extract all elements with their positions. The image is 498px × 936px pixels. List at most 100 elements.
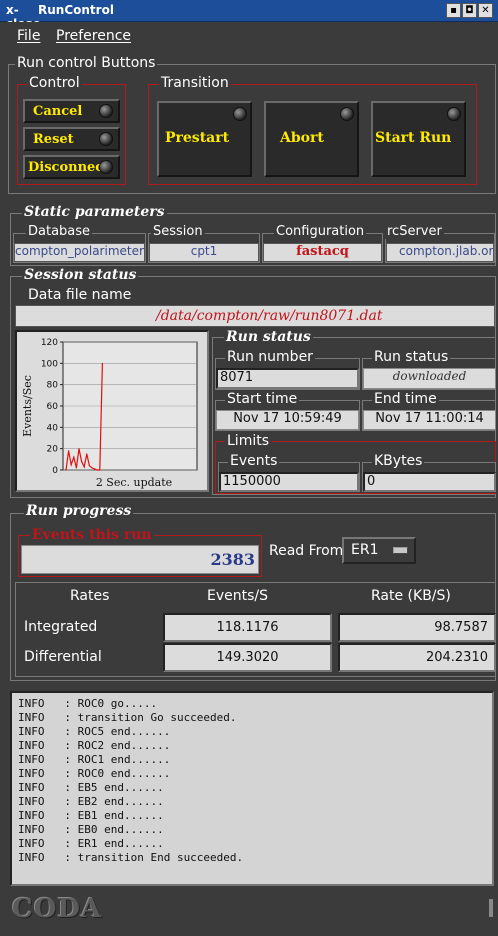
end-time-value: Nov 17 11:00:14 [363,410,496,430]
disconnect-button[interactable]: Disconnect [23,155,120,179]
prestart-led-icon [233,107,247,121]
data-point [86,453,88,455]
coda-logo: CODA [12,894,103,924]
session-label: Session [151,224,205,239]
limit-kbytes-label: KBytes [372,453,425,469]
control-title: Control [27,75,82,91]
rates-header: Rates [70,588,110,604]
y-tick-label: 60 [47,402,59,412]
run-state-label: Run status [372,349,451,365]
data-point [88,465,90,467]
window-menu-icon[interactable]: x-close-icon [6,3,46,45]
y-tick-label: 120 [41,338,58,348]
data-point [101,362,103,364]
reset-label: Reset [33,132,74,147]
differential-rate-value: 204.2310 [338,643,496,672]
y-tick-label: 100 [41,359,58,369]
transition-title: Transition [159,75,231,91]
cancel-led-icon [99,104,113,118]
limit-events-input[interactable]: 1150000 [219,472,359,492]
limit-events-label: Events [228,453,280,469]
data-point [81,460,83,463]
read-from-value: ER1 [351,542,379,558]
rate-kbs-header: Rate (KB/S) [371,588,451,604]
log-line: INFO : ROC2 end...... [18,739,171,752]
events-rate-chart: 120 100 80 60 40 20 0 Events/Sec 2 Sec. update [15,330,209,492]
events-chart-svg: 120 100 80 60 40 20 0 Events/Sec 2 Sec. update [21,338,198,489]
data-point [68,450,70,452]
menu-file[interactable]: File [17,28,40,44]
menu-preference[interactable]: Preference [56,28,131,44]
data-point [65,469,67,471]
data-point [78,448,80,450]
data-point [75,467,77,469]
run-progress-title: Run progress [24,503,134,519]
resize-handle[interactable] [489,899,493,917]
differential-events-value: 149.3020 [163,643,332,672]
message-log[interactable]: INFO : ROC0 go..... INFO : transition Go … [10,691,494,886]
limits-label: Limits [225,433,271,449]
database-value: compton_polarimeter [14,243,145,262]
data-point [99,469,101,471]
session-value: cpt1 [149,243,259,262]
x-axis-label: 2 Sec. update [96,476,172,489]
integrated-rate-value: 98.7587 [338,613,496,642]
database-label: Database [26,224,93,239]
end-time-label: End time [372,391,439,407]
log-line: INFO : EB2 end...... [18,795,164,808]
read-from-label: Read From: [267,543,351,559]
y-axis-label: Events/Sec [21,375,34,437]
log-line: INFO : transition Go succeeded. [18,711,237,724]
cancel-label: Cancel [33,104,83,119]
cancel-button[interactable]: Cancel [23,99,120,123]
events-this-run-label: Events this run [30,527,154,543]
prestart-button[interactable]: Prestart [157,101,252,177]
differential-label: Differential [24,649,102,665]
prestart-label: Prestart [165,130,230,146]
start-run-led-icon [447,107,461,121]
static-parameters-title: Static parameters [22,204,167,220]
data-point [83,466,85,468]
log-line: INFO : ER1 end...... [18,837,164,850]
data-point [91,467,93,469]
option-menu-icon [393,547,408,554]
log-line: INFO : ROC1 end...... [18,753,171,766]
log-line: INFO : EB1 end...... [18,809,164,822]
data-point [73,456,75,458]
abort-led-icon [340,107,354,121]
y-tick-label: 40 [47,423,59,433]
abort-label: Abort [280,130,324,146]
data-file-value: /data/compton/raw/run8071.dat [15,305,495,327]
run-status-title: Run status [224,329,313,345]
abort-button[interactable]: Abort [264,101,359,177]
run-control-title: Run control Buttons [15,55,158,71]
data-file-label: Data file name [26,287,134,303]
start-time-label: Start time [225,391,300,407]
configuration-value: fastacq [263,243,382,262]
run-state-value: downloaded [363,368,496,389]
run-number-value: 8071 [216,368,359,389]
y-tick-label: 20 [47,445,59,455]
rcserver-value: compton.jlab.org [386,243,494,262]
minimize-button[interactable]: ▪ [446,3,461,18]
close-button[interactable]: ✕ [478,3,493,18]
log-line: INFO : EB5 end...... [18,781,164,794]
limit-kbytes-input[interactable]: 0 [363,472,496,492]
run-number-label: Run number [225,349,315,365]
log-line: INFO : ROC5 end...... [18,725,171,738]
y-tick-label: 80 [47,381,59,391]
events-this-run-value: 2383 [21,545,259,574]
log-line: INFO : transition End succeeded. [18,851,244,864]
disconnect-led-icon [99,160,113,174]
reset-led-icon [99,132,113,146]
reset-button[interactable]: Reset [23,127,120,151]
start-run-button[interactable]: Start Run [371,101,466,177]
log-line: INFO : EB0 end...... [18,823,164,836]
log-lines: INFO : ROC0 go..... INFO : transition Go … [18,697,486,865]
window-title: RunControl [38,3,114,17]
session-status-title: Session status [22,267,139,283]
read-from-select[interactable]: ER1 [342,537,416,564]
data-point [94,468,96,470]
disconnect-label: Disconnect [28,160,110,175]
maximize-button[interactable]: ◘ [462,3,477,18]
